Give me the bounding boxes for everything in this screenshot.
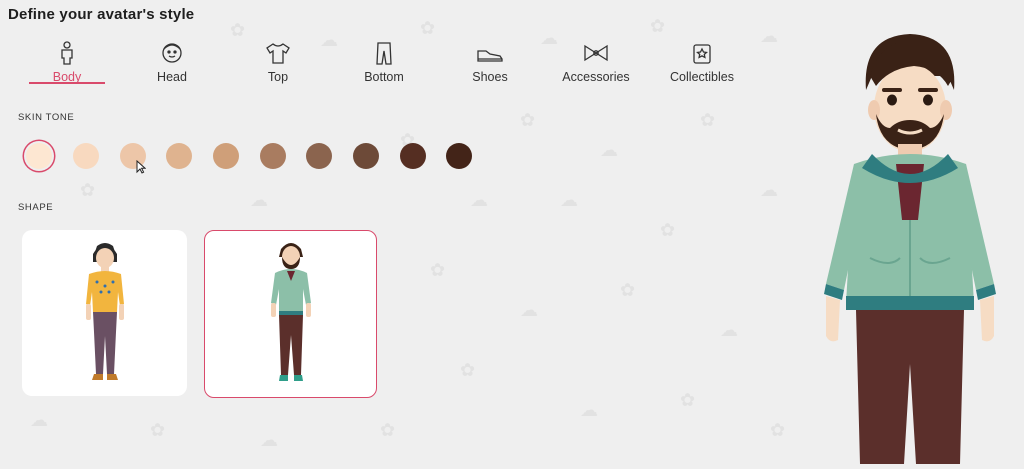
skin-swatch-9[interactable] [400,143,426,169]
male-avatar-figure [270,243,311,381]
tab-collectibles[interactable]: Collectibles [662,38,742,86]
category-tabs: Body Head Top Bottom Shoes Accessories C… [0,38,800,86]
avatar-preview-figure [824,34,996,464]
mouse-pointer-icon [136,160,146,174]
female-avatar-figure [85,243,124,380]
tab-bottom[interactable]: Bottom [354,38,414,86]
tab-label: Head [157,70,187,84]
skin-swatch-4[interactable] [166,143,192,169]
shape-option-female[interactable] [22,230,187,396]
shape-label: SHAPE [18,202,54,213]
avatar-preview [800,30,1024,464]
tab-shoes[interactable]: Shoes [460,38,520,86]
skin-swatch-5[interactable] [213,143,239,169]
head-icon [140,41,204,67]
bow-icon [556,41,636,67]
skin-swatch-1[interactable] [26,143,52,169]
tab-top[interactable]: Top [248,38,308,86]
skin-swatch-8[interactable] [353,143,379,169]
tab-label: Collectibles [670,70,734,84]
skin-swatch-2[interactable] [73,143,99,169]
shoe-icon [460,41,520,67]
tab-label: Shoes [472,70,508,84]
pants-icon [354,41,414,67]
skin-swatch-7[interactable] [306,143,332,169]
active-tab-indicator [29,82,105,84]
tab-head[interactable]: Head [140,38,204,86]
skin-tone-label: SKIN TONE [18,112,75,123]
skin-swatch-10[interactable] [446,143,472,169]
tab-body[interactable]: Body [29,38,105,86]
tshirt-icon [248,41,308,67]
tab-label: Top [267,70,289,84]
page-title: Define your avatar's style [8,6,195,23]
skin-swatch-6[interactable] [260,143,286,169]
shape-option-male[interactable] [204,230,377,398]
tab-label: Bottom [364,70,404,84]
tab-accessories[interactable]: Accessories [556,38,636,86]
body-icon [29,41,105,67]
collectibles-icon [662,41,742,67]
tab-label: Accessories [562,70,630,84]
